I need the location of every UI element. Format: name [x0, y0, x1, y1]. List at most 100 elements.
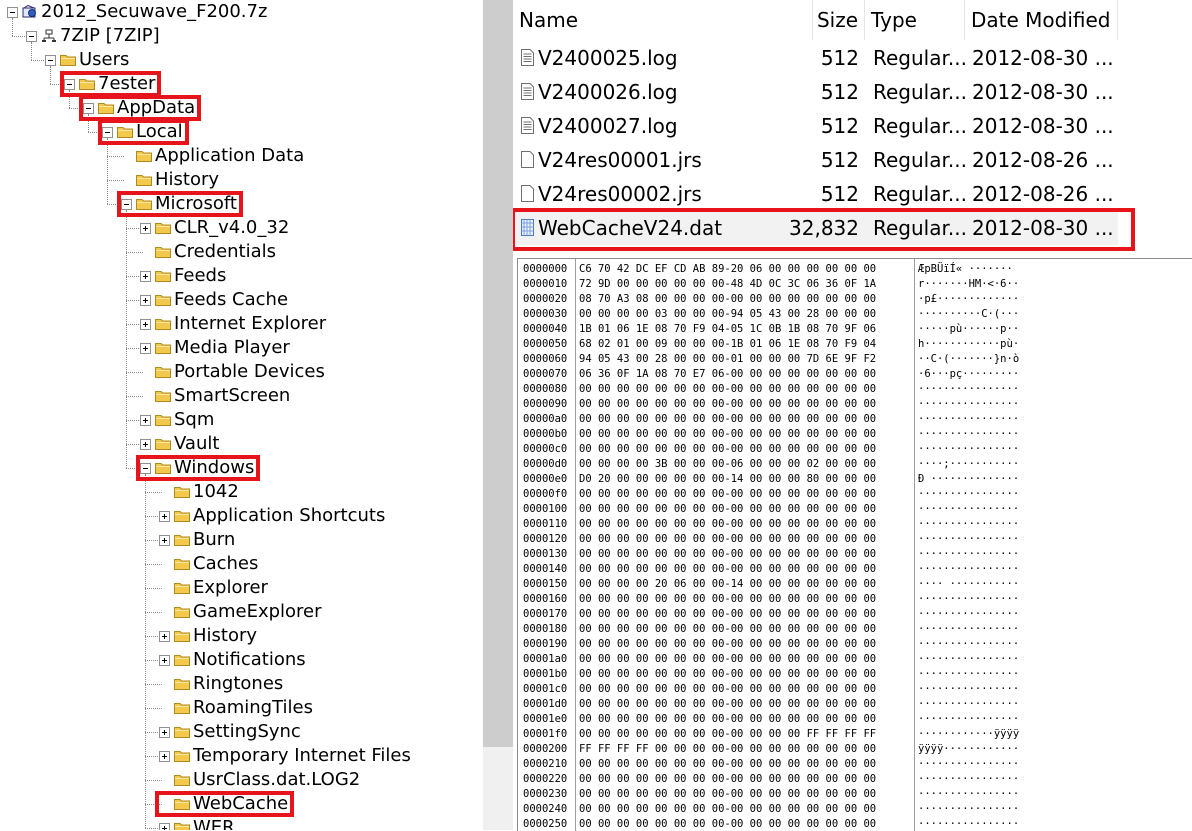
hex-row[interactable]: 0000000 C6 70 42 DC EF CD AB 89-20 06 00 … — [518, 262, 1192, 277]
hex-row[interactable]: 0000150 00 00 00 00 20 06 00 00-14 00 00 … — [518, 577, 1192, 592]
hex-row[interactable]: 00000b0 00 00 00 00 00 00 00 00-00 00 00 … — [518, 427, 1192, 442]
tree-scrollbar-thumb[interactable] — [483, 0, 513, 747]
hex-row[interactable]: 0000190 00 00 00 00 00 00 00 00-00 00 00 … — [518, 637, 1192, 652]
column-header-type[interactable]: Type — [865, 0, 965, 40]
tree-item[interactable]: 1042 — [159, 480, 239, 504]
tree-item[interactable]: WER — [159, 816, 235, 830]
tree-item[interactable]: Feeds — [140, 264, 226, 288]
hex-row[interactable]: 0000080 00 00 00 00 00 00 00 00-00 00 00 … — [518, 382, 1192, 397]
hex-row[interactable]: 0000090 00 00 00 00 00 00 00 00-00 00 00 … — [518, 397, 1192, 412]
expand-icon[interactable] — [140, 438, 151, 450]
tree-item[interactable]: Users — [45, 48, 129, 72]
hex-row[interactable]: 00001e0 00 00 00 00 00 00 00 00-00 00 00 … — [518, 712, 1192, 727]
hex-row[interactable]: 0000210 00 00 00 00 00 00 00 00-00 00 00 … — [518, 757, 1192, 772]
tree-item[interactable]: 7ZIP [7ZIP] — [26, 24, 160, 48]
tree-item[interactable]: SettingSync — [159, 720, 301, 744]
hex-row[interactable]: 00001a0 00 00 00 00 00 00 00 00-00 00 00 … — [518, 652, 1192, 667]
tree-item[interactable]: 7ester — [64, 72, 155, 96]
tree-item[interactable]: Local — [102, 120, 183, 144]
hex-row[interactable]: 0000060 94 05 43 00 28 00 00 00-01 00 00 … — [518, 352, 1192, 367]
expand-icon[interactable] — [159, 726, 170, 738]
tree-item[interactable]: 2012_Secuwave_F200.7z — [7, 0, 267, 24]
tree-item[interactable]: Vault — [140, 432, 219, 456]
collapse-icon[interactable] — [7, 6, 18, 18]
column-header-size[interactable]: Size — [813, 0, 865, 40]
hex-row[interactable]: 0000230 00 00 00 00 00 00 00 00-00 00 00 … — [518, 787, 1192, 802]
hex-row[interactable]: 00000f0 00 00 00 00 00 00 00 00-00 00 00 … — [518, 487, 1192, 502]
expand-icon[interactable] — [159, 630, 170, 642]
file-row[interactable]: WebCacheV24.dat 32,832 Regular... 2012-08-3… — [513, 211, 1118, 245]
hex-row[interactable]: 0000170 00 00 00 00 00 00 00 00-00 00 00 … — [518, 607, 1192, 622]
collapse-icon[interactable] — [64, 78, 75, 90]
hex-row[interactable]: 0000220 00 00 00 00 00 00 00 00-00 00 00 … — [518, 772, 1192, 787]
folder-tree[interactable]: 2012_Secuwave_F200.7z 7ZIP [7ZIP] Users 7es… — [0, 0, 483, 830]
expand-icon[interactable] — [140, 414, 151, 426]
tree-item[interactable]: Microsoft — [121, 192, 237, 216]
tree-item[interactable]: Temporary Internet Files — [159, 744, 411, 768]
column-header-name[interactable]: Name — [513, 0, 813, 40]
hex-row[interactable]: 0000140 00 00 00 00 00 00 00 00-00 00 00 … — [518, 562, 1192, 577]
file-list[interactable]: Name Size Type Date Modified V2400025.lo… — [513, 0, 1192, 256]
tree-item[interactable]: Windows — [140, 456, 254, 480]
hex-view[interactable]: 0000000 C6 70 42 DC EF CD AB 89-20 06 00 … — [517, 258, 1192, 831]
hex-row[interactable]: 00001d0 00 00 00 00 00 00 00 00-00 00 00 … — [518, 697, 1192, 712]
hex-row[interactable]: 0000070 06 36 0F 1A 08 70 E7 06-00 00 00 … — [518, 367, 1192, 382]
tree-item[interactable]: Internet Explorer — [140, 312, 326, 336]
collapse-icon[interactable] — [26, 30, 37, 42]
tree-item[interactable]: AppData — [83, 96, 195, 120]
hex-row[interactable]: 0000110 00 00 00 00 00 00 00 00-00 00 00 … — [518, 517, 1192, 532]
hex-row[interactable]: 0000180 00 00 00 00 00 00 00 00-00 00 00 … — [518, 622, 1192, 637]
hex-row[interactable]: 0000120 00 00 00 00 00 00 00 00-00 00 00 … — [518, 532, 1192, 547]
tree-item[interactable]: Ringtones — [159, 672, 283, 696]
tree-item[interactable]: RoamingTiles — [159, 696, 313, 720]
tree-item[interactable]: Explorer — [159, 576, 268, 600]
expand-icon[interactable] — [140, 222, 151, 234]
tree-item[interactable]: History — [121, 168, 219, 192]
hex-row[interactable]: 00000e0 D0 20 00 00 00 00 00 00-14 00 00 … — [518, 472, 1192, 487]
hex-row[interactable]: 0000020 08 70 A3 08 00 00 00 00-00 00 00 … — [518, 292, 1192, 307]
collapse-icon[interactable] — [45, 54, 56, 66]
hex-row[interactable]: 0000250 00 00 00 00 00 00 00 00-00 00 00 … — [518, 817, 1192, 831]
file-row[interactable]: V2400027.log 512 Regular... 2012-08-30 ... — [513, 109, 1118, 143]
hex-row[interactable]: 00001f0 00 00 00 00 00 00 00 00-00 00 00 … — [518, 727, 1192, 742]
column-header-date-modified[interactable]: Date Modified — [965, 0, 1118, 40]
expand-icon[interactable] — [159, 654, 170, 666]
file-row[interactable]: V24res00002.jrs 512 Regular... 2012-08-26 .… — [513, 177, 1118, 211]
expand-icon[interactable] — [140, 342, 151, 354]
collapse-icon[interactable] — [140, 462, 151, 474]
file-row[interactable]: V2400026.log 512 Regular... 2012-08-30 ... — [513, 75, 1118, 109]
expand-icon[interactable] — [159, 510, 170, 522]
tree-item[interactable]: CLR_v4.0_32 — [140, 216, 289, 240]
tree-item[interactable]: Feeds Cache — [140, 288, 288, 312]
expand-icon[interactable] — [140, 318, 151, 330]
tree-item[interactable]: Caches — [159, 552, 258, 576]
hex-row[interactable]: 0000040 1B 01 06 1E 08 70 F9 04-05 1C 0B … — [518, 322, 1192, 337]
tree-item[interactable]: Notifications — [159, 648, 306, 672]
collapse-icon[interactable] — [121, 198, 132, 210]
tree-item[interactable]: Credentials — [140, 240, 276, 264]
expand-icon[interactable] — [140, 294, 151, 306]
tree-item[interactable]: Portable Devices — [140, 360, 325, 384]
tree-item[interactable]: Media Player — [140, 336, 290, 360]
file-row[interactable]: V2400025.log 512 Regular... 2012-08-30 ... — [513, 41, 1118, 75]
tree-item[interactable]: SmartScreen — [140, 384, 290, 408]
file-row[interactable]: V24res00001.jrs 512 Regular... 2012-08-26 .… — [513, 143, 1118, 177]
collapse-icon[interactable] — [83, 102, 94, 114]
tree-item[interactable]: UsrClass.dat.LOG2 — [159, 768, 360, 792]
hex-row[interactable]: 00000a0 00 00 00 00 00 00 00 00-00 00 00 … — [518, 412, 1192, 427]
hex-row[interactable]: 0000200 FF FF FF FF 00 00 00 00-00 00 00 … — [518, 742, 1192, 757]
tree-item[interactable]: WebCache — [159, 792, 288, 816]
hex-row[interactable]: 00000d0 00 00 00 00 3B 00 00 00-06 00 00 … — [518, 457, 1192, 472]
collapse-icon[interactable] — [102, 126, 113, 138]
expand-icon[interactable] — [140, 270, 151, 282]
hex-row[interactable]: 00000c0 00 00 00 00 00 00 00 00-00 00 00 … — [518, 442, 1192, 457]
hex-row[interactable]: 0000240 00 00 00 00 00 00 00 00-00 00 00 … — [518, 802, 1192, 817]
tree-item[interactable]: Application Data — [121, 144, 304, 168]
hex-row[interactable]: 0000160 00 00 00 00 00 00 00 00-00 00 00 … — [518, 592, 1192, 607]
hex-row[interactable]: 00001c0 00 00 00 00 00 00 00 00-00 00 00 … — [518, 682, 1192, 697]
hex-row[interactable]: 00001b0 00 00 00 00 00 00 00 00-00 00 00 … — [518, 667, 1192, 682]
tree-item[interactable]: Application Shortcuts — [159, 504, 385, 528]
expand-icon[interactable] — [159, 822, 170, 830]
hex-row[interactable]: 0000100 00 00 00 00 00 00 00 00-00 00 00 … — [518, 502, 1192, 517]
tree-item[interactable]: Sqm — [140, 408, 214, 432]
